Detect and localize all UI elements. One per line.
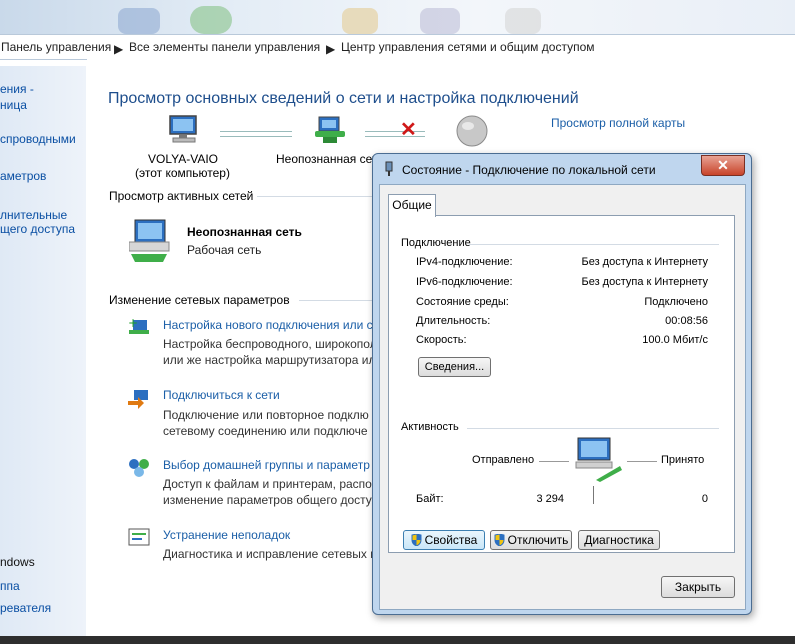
row-label: IPv4-подключение: [416, 256, 513, 268]
sidebar-item[interactable]: аметров [0, 169, 46, 183]
connection-heading: Подключение [401, 237, 471, 249]
network-activity-icon [575, 437, 622, 482]
breadcrumb-item[interactable]: Панель управления [1, 40, 111, 54]
status-dialog: Состояние - Подключение по локальной сет… [372, 153, 752, 615]
properties-label: Свойства [424, 533, 478, 547]
task-description: изменение параметров общего доступ [163, 493, 379, 507]
sent-label: Отправлено [472, 454, 535, 466]
disconnected-x-icon: ✕ [400, 119, 417, 141]
bytes-received-value: 0 [701, 493, 708, 505]
bytes-label: Байт: [416, 493, 444, 505]
sidebar-item[interactable]: лнительные [0, 208, 67, 222]
row-label: Длительность: [416, 315, 491, 327]
task-link[interactable]: Устранение неполадок [163, 528, 290, 542]
tab-general[interactable]: Общие [388, 194, 436, 217]
chevron-right-icon[interactable]: ▶ [326, 42, 335, 56]
task-link[interactable]: Настройка нового подключения или с [163, 318, 373, 332]
divider [469, 244, 719, 245]
breadcrumb: Панель управления ▶ Все элементы панели … [0, 34, 795, 60]
new-connection-icon: + [128, 317, 149, 334]
change-settings-heading: Изменение сетевых параметров [109, 293, 290, 307]
connect-network-icon [128, 390, 148, 409]
sidebar-item[interactable]: ппа [0, 579, 20, 593]
computer-icon [169, 115, 197, 143]
uac-shield-icon [494, 534, 505, 546]
blurred-icon [420, 8, 460, 34]
row-value: Без доступа к Интернету [581, 256, 708, 268]
tab-panel: Подключение IPv4-подключение: Без доступ… [388, 215, 735, 553]
properties-button[interactable]: Свойства [403, 530, 485, 550]
dialog-title: Состояние - Подключение по локальной сет… [402, 163, 656, 177]
taskbar [0, 636, 795, 644]
network-icon [129, 219, 170, 262]
close-button[interactable]: Закрыть [661, 576, 735, 598]
details-button[interactable]: Сведения... [418, 357, 491, 377]
active-networks-heading: Просмотр активных сетей [109, 189, 254, 203]
breadcrumb-item[interactable]: Все элементы панели управления [129, 40, 320, 54]
row-label: Скорость: [416, 334, 467, 346]
activity-heading: Активность [401, 421, 459, 433]
task-description: сетевому соединению или подключе [163, 424, 368, 438]
network-cable-icon [385, 161, 393, 176]
blurred-icon [118, 8, 160, 34]
row-value: 100.0 Мбит/с [642, 334, 708, 346]
homegroup-icon [129, 459, 149, 477]
sidebar-item[interactable]: ревателя [0, 601, 51, 615]
close-icon[interactable]: ✕ [701, 155, 745, 176]
dialog-body: Общие Подключение IPv4-подключение: Без … [379, 184, 746, 610]
computer-name: VOLYA-VAIO [148, 152, 219, 166]
divider [593, 486, 594, 504]
divider [467, 428, 719, 429]
blurred-icon [190, 6, 232, 34]
blurred-icon [505, 8, 541, 34]
diagnose-button[interactable]: Диагностика [578, 530, 660, 550]
disable-button[interactable]: Отключить [490, 530, 572, 550]
row-label: IPv6-подключение: [416, 276, 513, 288]
task-description: Настройка беспроводного, широкопол [163, 337, 377, 351]
active-network-type[interactable]: Рабочая сеть [187, 243, 261, 257]
breadcrumb-item[interactable]: Центр управления сетями и общим доступом [341, 40, 595, 54]
received-label: Принято [661, 454, 705, 466]
full-map-link[interactable]: Просмотр полной карты [551, 116, 685, 130]
chevron-right-icon[interactable]: ▶ [114, 42, 123, 56]
internet-globe-icon [456, 115, 488, 147]
task-description: Подключение или повторное подклю [163, 408, 369, 422]
row-value: Подключено [644, 296, 708, 308]
blurred-icon [342, 8, 378, 34]
sidebar-item[interactable]: ница [0, 98, 27, 112]
row-label: Состояние среды: [416, 296, 509, 308]
sidebar-item[interactable]: щего доступа [0, 222, 75, 236]
sidebar: ения - ница спроводными аметров лнительн… [0, 66, 86, 644]
network-map-label: Неопознанная сеть [276, 152, 384, 166]
computer-subtitle: (этот компьютер) [135, 166, 230, 180]
divider [539, 461, 569, 462]
sidebar-item[interactable]: спроводными [0, 132, 76, 146]
divider [627, 461, 657, 462]
network-icon [315, 116, 345, 143]
troubleshoot-icon [128, 528, 150, 546]
bytes-sent-value: 3 294 [536, 493, 564, 505]
disable-label: Отключить [507, 533, 569, 547]
task-description: Диагностика и исправление сетевых п [163, 547, 377, 561]
row-value: 00:08:56 [665, 315, 708, 327]
background-strip [0, 0, 795, 34]
task-link[interactable]: Выбор домашней группы и параметр [163, 458, 370, 472]
uac-shield-icon [411, 534, 422, 546]
page-title: Просмотр основных сведений о сети и наст… [108, 90, 579, 107]
sidebar-item[interactable]: ndows [0, 555, 35, 569]
connection-line [220, 131, 292, 137]
task-description: или же настройка маршрутизатора ил [163, 353, 376, 367]
task-description: Доступ к файлам и принтерам, распо [163, 477, 372, 491]
task-link[interactable]: Подключиться к сети [163, 388, 280, 402]
dialog-titlebar[interactable]: Состояние - Подключение по локальной сет… [373, 154, 751, 184]
svg-text:+: + [128, 317, 138, 330]
row-value: Без доступа к Интернету [581, 276, 708, 288]
sidebar-item[interactable]: ения - [0, 82, 34, 96]
active-network-name: Неопознанная сеть [187, 225, 302, 239]
